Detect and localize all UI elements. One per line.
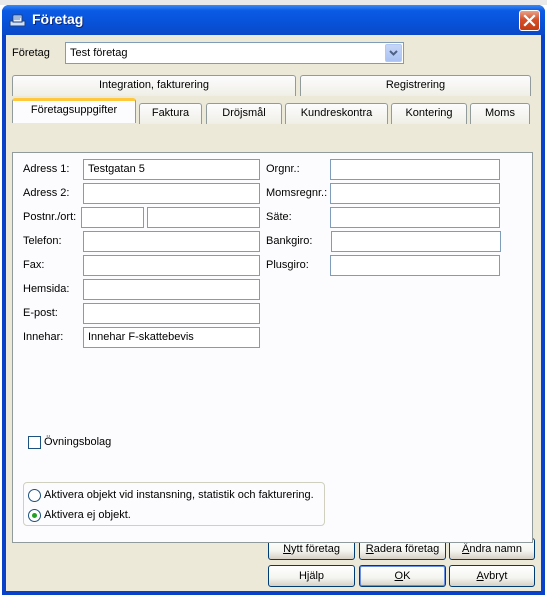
address1-label: Adress 1: — [23, 163, 70, 175]
tab-panel-foretagsuppgifter: Adress 1: Testgatan 5 Adress 2: Postnr./… — [12, 152, 533, 543]
tab-label: Kundreskontra — [300, 107, 373, 119]
tab-integration-fakturering[interactable]: Integration, fakturering — [12, 75, 296, 96]
email-field[interactable] — [83, 303, 260, 324]
tab-label: Integration, fakturering — [98, 79, 210, 91]
do-not-activate-radio[interactable] — [28, 509, 41, 522]
postnr-field[interactable] — [81, 207, 144, 228]
orgnr-label: Orgnr.: — [266, 163, 300, 175]
seat-field[interactable] — [330, 207, 500, 228]
tab-drojsmal[interactable]: Dröjsmål — [206, 103, 282, 124]
homepage-field[interactable] — [83, 279, 260, 300]
email-label: E-post: — [23, 307, 58, 319]
tab-label: Registrering — [385, 79, 446, 91]
app-icon — [9, 12, 26, 28]
dialog-client-area: Företag Test företag Integration, faktur… — [6, 35, 541, 591]
orgnr-field[interactable] — [330, 159, 500, 180]
postal-label: Postnr./ort: — [23, 211, 77, 223]
company-dialog: Företag Företag Test företag Integration… — [2, 5, 545, 595]
vatnr-label: Momsregnr.: — [266, 187, 328, 199]
holder-label: Innehar: — [23, 331, 64, 343]
tab-faktura[interactable]: Faktura — [139, 103, 202, 124]
fax-field[interactable] — [83, 255, 260, 276]
activate-objects-label: Aktivera objekt vid instansning, statist… — [44, 489, 314, 501]
company-dropdown[interactable]: Test företag — [65, 42, 404, 64]
address2-label: Adress 2: — [23, 187, 70, 199]
title-bar[interactable]: Företag — [2, 5, 545, 35]
close-icon — [523, 14, 536, 27]
activation-group: Aktivera objekt vid instansning, statist… — [23, 482, 325, 526]
tab-label: Moms — [485, 107, 515, 119]
chevron-down-icon — [389, 50, 398, 56]
ok-button[interactable]: OK — [359, 565, 446, 587]
tab-label: Faktura — [151, 107, 190, 119]
ort-field[interactable] — [147, 207, 260, 228]
company-dropdown-value: Test företag — [70, 47, 128, 59]
tab-label: Företagsuppgifter — [30, 104, 118, 116]
tab-kontering[interactable]: Kontering — [391, 103, 467, 124]
tab-registrering[interactable]: Registrering — [300, 75, 531, 96]
plusgiro-label: Plusgiro: — [266, 259, 309, 271]
bankgiro-field[interactable] — [331, 231, 501, 252]
vatnr-field[interactable] — [330, 183, 500, 204]
dropdown-button[interactable] — [385, 44, 402, 62]
cancel-button[interactable]: Avbryt — [449, 565, 535, 587]
practice-company-checkbox[interactable] — [28, 436, 41, 449]
window-title: Företag — [32, 11, 84, 27]
do-not-activate-label: Aktivera ej objekt. — [44, 509, 131, 521]
seat-label: Säte: — [266, 211, 292, 223]
tab-foretagsuppgifter[interactable]: Företagsuppgifter — [12, 98, 136, 123]
holder-field[interactable]: Innehar F-skattebevis — [83, 327, 260, 348]
bankgiro-label: Bankgiro: — [266, 235, 313, 247]
practice-company-label: Övningsbolag — [44, 436, 112, 448]
tab-label: Kontering — [405, 107, 453, 119]
address1-field[interactable]: Testgatan 5 — [83, 159, 260, 180]
tab-moms[interactable]: Moms — [470, 103, 530, 124]
phone-field[interactable] — [83, 231, 260, 252]
company-label: Företag — [12, 47, 50, 59]
tab-label: Dröjsmål — [222, 107, 266, 119]
help-button[interactable]: Hjälp — [268, 565, 355, 587]
activate-objects-radio[interactable] — [28, 489, 41, 502]
radio-selected-dot — [32, 513, 37, 518]
fax-label: Fax: — [23, 259, 45, 271]
plusgiro-field[interactable] — [330, 255, 500, 276]
address2-field[interactable] — [83, 183, 260, 204]
homepage-label: Hemsida: — [23, 283, 70, 295]
phone-label: Telefon: — [23, 235, 62, 247]
close-button[interactable] — [519, 10, 540, 31]
tab-kundreskontra[interactable]: Kundreskontra — [285, 103, 388, 124]
